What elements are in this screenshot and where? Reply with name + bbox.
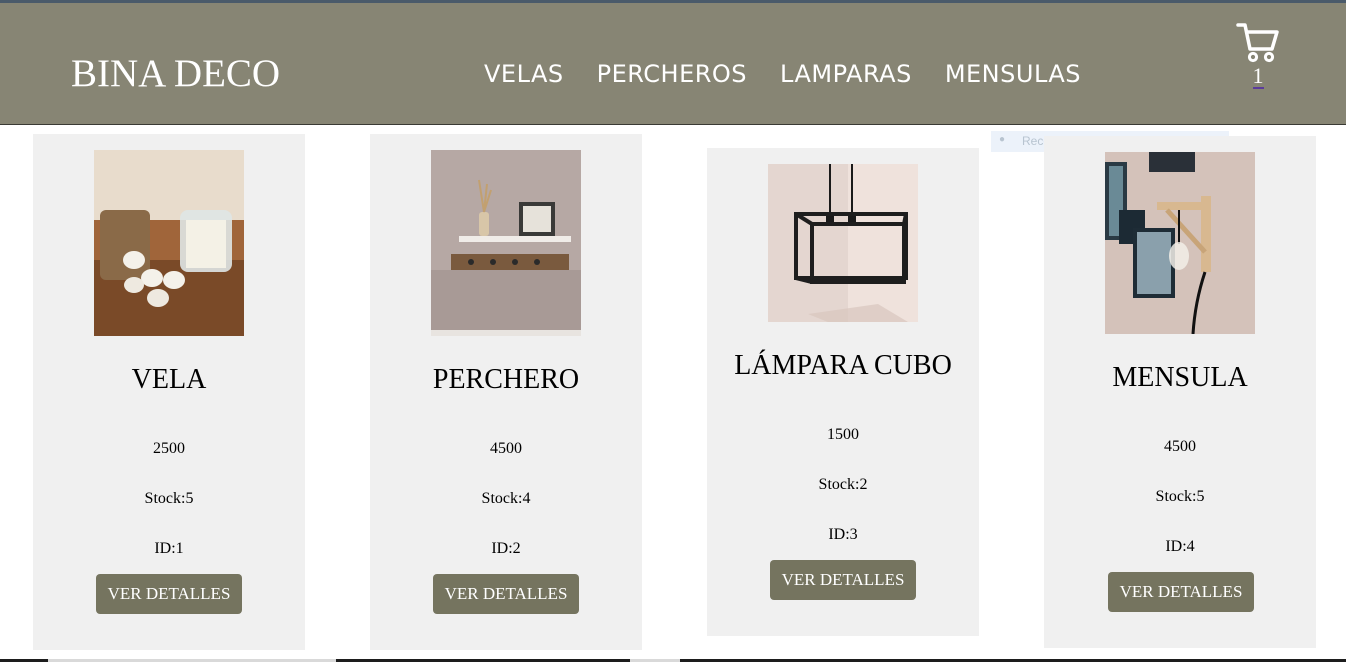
product-card: MENSULA 4500 Stock:5 ID:4 VER DETALLES: [1044, 136, 1316, 648]
nav-link-mensulas[interactable]: MENSULAS: [945, 60, 1081, 88]
product-card: LÁMPARA CUBO 1500 Stock:2 ID:3 VER DETAL…: [707, 148, 979, 636]
product-id: ID:4: [1165, 538, 1195, 555]
product-id: ID:2: [491, 540, 521, 557]
product-title: LÁMPARA CUBO: [734, 350, 952, 381]
product-image-coat-rack: [431, 150, 581, 336]
main-nav: VELAS PERCHEROS LAMPARAS MENSULAS: [484, 60, 1114, 88]
product-card: PERCHERO 4500 Stock:4 ID:2 VER DETALLES: [370, 134, 642, 650]
product-image-candles: [94, 150, 244, 336]
brand-logo[interactable]: BINA DECO: [71, 51, 280, 96]
cart-icon[interactable]: [1236, 21, 1280, 63]
product-stock: Stock:5: [144, 490, 194, 507]
navbar: BINA DECO VELAS PERCHEROS LAMPARAS MENSU…: [0, 3, 1346, 125]
product-price: 2500: [153, 440, 185, 457]
nav-link-percheros[interactable]: PERCHEROS: [597, 60, 747, 88]
product-price: 4500: [1164, 438, 1196, 455]
record-dot-icon: ●: [999, 134, 1006, 145]
cart-count-link[interactable]: 1: [1252, 65, 1264, 89]
cart-widget[interactable]: 1: [1234, 21, 1282, 101]
product-card: VELA 2500 Stock:5 ID:1 VER DETALLES: [33, 134, 305, 650]
product-title: MENSULA: [1112, 362, 1248, 393]
product-price: 4500: [490, 440, 522, 457]
product-id: ID:3: [828, 526, 858, 543]
nav-link-velas[interactable]: VELAS: [484, 60, 564, 88]
product-stock: Stock:2: [818, 476, 868, 493]
view-details-button[interactable]: VER DETALLES: [770, 560, 916, 600]
view-details-button[interactable]: VER DETALLES: [433, 574, 579, 614]
product-image-cube-lamp: [768, 164, 918, 322]
view-details-button[interactable]: VER DETALLES: [1108, 572, 1254, 612]
product-image-wall-bracket: [1105, 152, 1255, 334]
product-price: 1500: [827, 426, 859, 443]
product-stock: Stock:5: [1155, 488, 1205, 505]
product-title: VELA: [131, 364, 207, 395]
view-details-button[interactable]: VER DETALLES: [96, 574, 242, 614]
product-id: ID:1: [154, 540, 184, 557]
product-title: PERCHERO: [432, 364, 580, 395]
nav-link-lamparas[interactable]: LAMPARAS: [780, 60, 912, 88]
product-stock: Stock:4: [481, 490, 531, 507]
